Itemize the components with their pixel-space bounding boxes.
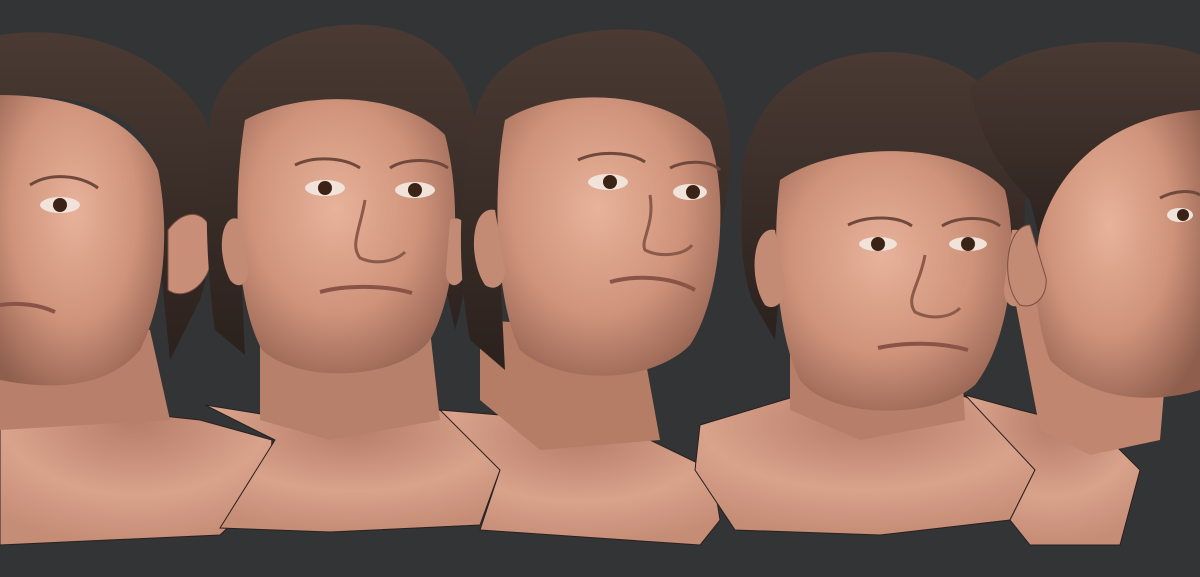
bust-1-ear bbox=[167, 213, 214, 295]
bust-3-iris-left bbox=[603, 175, 617, 189]
bust-2-iris-left bbox=[318, 181, 332, 195]
bust-5-iris bbox=[1177, 209, 1189, 221]
bust-4-face bbox=[776, 151, 1012, 411]
sculpt-turnaround-canvas bbox=[0, 0, 1200, 577]
bust-2-iris-right bbox=[408, 183, 422, 197]
bust-4-iris-right bbox=[961, 237, 975, 251]
bust-2-face bbox=[237, 99, 456, 374]
bust-3-iris-right bbox=[686, 185, 700, 199]
bust-1-iris bbox=[53, 198, 67, 212]
bust-4-iris-left bbox=[871, 237, 885, 251]
bust-3-face bbox=[497, 97, 721, 376]
turnaround-illustration bbox=[0, 24, 1200, 546]
bust-1-face bbox=[0, 95, 165, 386]
